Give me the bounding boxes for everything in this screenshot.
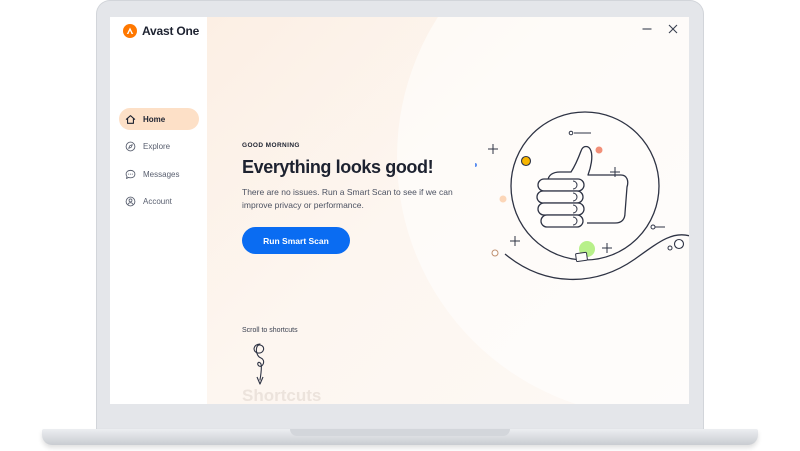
chat-bubble-icon [125, 169, 136, 179]
sidebar-item-label: Explore [143, 142, 171, 151]
close-icon[interactable] [667, 23, 679, 35]
sidebar-item-label: Messages [143, 169, 180, 179]
sidebar-item-account[interactable]: Account [119, 191, 199, 213]
headline-highlight: looks good! [336, 157, 434, 178]
page-title: Everything looks good! [242, 157, 434, 178]
sidebar: Avast One Home Explore Messages Account [110, 17, 207, 404]
brand: Avast One [123, 24, 199, 38]
thumbs-up-illustration-icon [475, 111, 689, 281]
scroll-to-shortcuts-link[interactable]: Scroll to shortcuts [242, 327, 298, 334]
user-icon [125, 196, 136, 207]
window-controls [641, 23, 679, 35]
shortcuts-heading: Shortcuts [242, 386, 322, 404]
status-description: There are no issues. Run a Smart Scan to… [242, 187, 453, 210]
headline-highlight-text: looks good! [335, 157, 434, 177]
scroll-down-arrow-icon [253, 343, 265, 385]
main-content: GOOD MORNING Everything looks good! Ther… [207, 17, 689, 404]
headline-text: Everything [242, 157, 336, 177]
sidebar-item-explore[interactable]: Explore [119, 136, 199, 158]
sidebar-item-home[interactable]: Home [119, 108, 199, 130]
run-smart-scan-button[interactable]: Run Smart Scan [242, 227, 350, 254]
compass-icon [125, 141, 136, 152]
app-name: Avast One [142, 24, 200, 38]
avast-logo-icon [123, 24, 137, 38]
sidebar-item-messages[interactable]: Messages [119, 163, 199, 185]
minimize-icon[interactable] [641, 23, 653, 35]
app-window: Avast One Home Explore Messages Account [110, 17, 689, 404]
greeting-label: GOOD MORNING [242, 142, 300, 149]
sidebar-item-label: Home [143, 114, 166, 124]
sidebar-item-label: Account [143, 197, 172, 206]
laptop-notch [290, 429, 510, 436]
sidebar-nav: Home Explore Messages Account [119, 108, 199, 218]
home-icon [125, 114, 136, 124]
